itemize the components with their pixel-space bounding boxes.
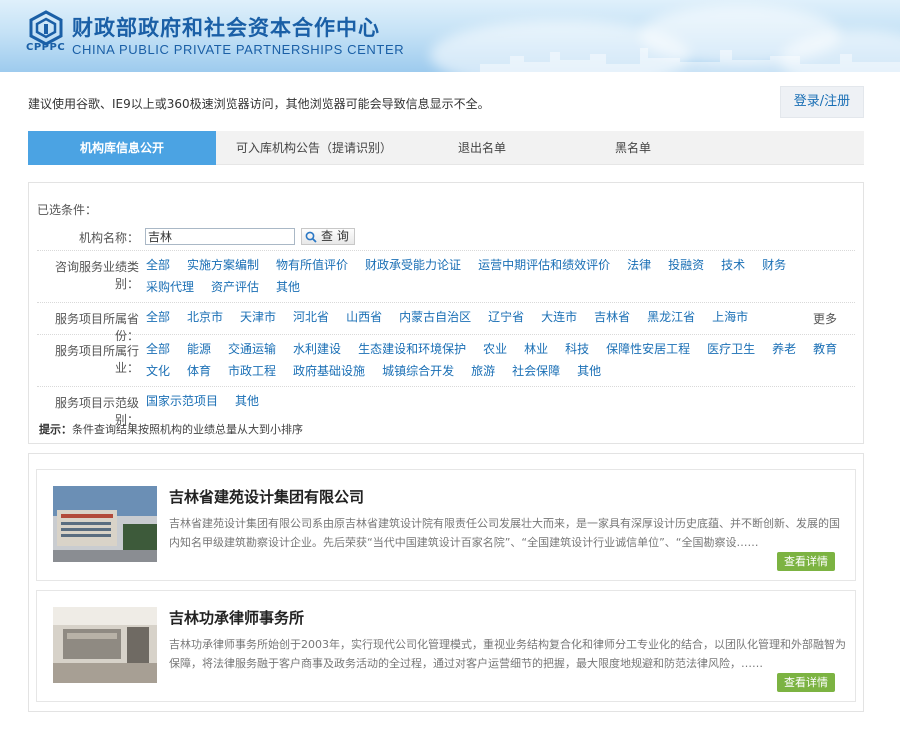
company-name[interactable]: 吉林功承律师事务所 bbox=[169, 607, 304, 628]
business-category-option[interactable]: 财务 bbox=[762, 254, 786, 276]
province-option[interactable]: 内蒙古自治区 bbox=[399, 306, 471, 328]
province-option[interactable]: 全部 bbox=[146, 306, 170, 328]
sort-hint: 提示：条件查询结果按照机构的业绩总量从大到小排序 bbox=[39, 421, 303, 437]
tab-admissible-institutions[interactable]: 可入库机构公告（提请识别） bbox=[216, 131, 412, 165]
logo-text: CPPPC bbox=[26, 42, 66, 53]
results-panel: 吉林省建苑设计集团有限公司 吉林省建苑设计集团有限公司系由原吉林省建筑设计院有限… bbox=[28, 453, 864, 712]
company-description: 吉林省建苑设计集团有限公司系由原吉林省建筑设计院有限责任公司发展壮大而来，是一家… bbox=[169, 517, 840, 549]
province-option[interactable]: 北京市 bbox=[187, 306, 223, 328]
industry-option[interactable]: 其他 bbox=[577, 360, 601, 382]
business-category-option[interactable]: 资产评估 bbox=[211, 276, 259, 298]
view-detail-button[interactable]: 查看详情 bbox=[777, 673, 835, 692]
view-detail-button[interactable]: 查看详情 bbox=[777, 552, 835, 571]
business-category-option[interactable]: 运营中期评估和绩效评价 bbox=[478, 254, 610, 276]
industry-option[interactable]: 林业 bbox=[524, 338, 548, 360]
industry-option[interactable]: 能源 bbox=[187, 338, 211, 360]
province-option[interactable]: 辽宁省 bbox=[488, 306, 524, 328]
search-button[interactable]: 查 询 bbox=[301, 228, 355, 245]
skyline-graphic bbox=[480, 48, 900, 72]
industry-filter-row: 服务项目所属行业： 全部 能源 交通运输 水利建设 生态建设和环境保护 农业 林业 科技 保障性… bbox=[37, 337, 855, 387]
industry-filter-label: 服务项目所属行业： bbox=[54, 344, 139, 375]
search-icon bbox=[305, 231, 317, 243]
demo-options: 国家示范项目 其他 bbox=[146, 390, 855, 412]
province-option[interactable]: 河北省 bbox=[293, 306, 329, 328]
institution-name-input[interactable] bbox=[145, 228, 295, 245]
demo-level-option[interactable]: 其他 bbox=[235, 390, 259, 412]
province-option[interactable]: 大连市 bbox=[541, 306, 577, 328]
company-description: 吉林功承律师事务所始创于2003年，实行现代公司化管理模式，重视业务结构复合化和… bbox=[169, 638, 846, 670]
tab-institution-info[interactable]: 机构库信息公开 bbox=[28, 131, 216, 165]
industry-option[interactable]: 保障性安居工程 bbox=[606, 338, 690, 360]
company-photo bbox=[53, 486, 157, 562]
industry-option[interactable]: 市政工程 bbox=[228, 360, 276, 382]
name-filter-label: 机构名称： bbox=[78, 231, 139, 245]
login-register-button[interactable]: 登录/注册 bbox=[780, 86, 864, 118]
hint-prefix: 提示： bbox=[39, 423, 72, 436]
province-option[interactable]: 黑龙江省 bbox=[647, 306, 695, 328]
province-option[interactable]: 上海市 bbox=[712, 306, 748, 328]
industry-option[interactable]: 农业 bbox=[483, 338, 507, 360]
site-title-en: CHINA PUBLIC PRIVATE PARTNERSHIPS CENTER bbox=[72, 42, 405, 57]
company-photo bbox=[53, 607, 157, 683]
industry-option[interactable]: 全部 bbox=[146, 338, 170, 360]
browser-notice: 建议使用谷歌、IE9以上或360极速浏览器访问，其他浏览器可能会导致信息显示不全… bbox=[28, 97, 490, 111]
province-option[interactable]: 山西省 bbox=[346, 306, 382, 328]
industry-option[interactable]: 水利建设 bbox=[293, 338, 341, 360]
business-category-option[interactable]: 财政承受能力论证 bbox=[365, 254, 461, 276]
industry-option[interactable]: 教育 bbox=[813, 338, 837, 360]
industry-option[interactable]: 养老 bbox=[772, 338, 796, 360]
business-filter-label: 咨询服务业绩类别： bbox=[54, 260, 139, 291]
tab-bar: 机构库信息公开 可入库机构公告（提请识别） 退出名单 黑名单 bbox=[28, 131, 864, 165]
business-category-option[interactable]: 采购代理 bbox=[146, 276, 194, 298]
industry-option[interactable]: 科技 bbox=[565, 338, 589, 360]
business-category-option[interactable]: 实施方案编制 bbox=[187, 254, 259, 276]
demo-level-option[interactable]: 国家示范项目 bbox=[146, 390, 218, 412]
industry-options: 全部 能源 交通运输 水利建设 生态建设和环境保护 农业 林业 科技 保障性安居工程 医疗卫生 养老… bbox=[146, 338, 855, 382]
selected-conditions-label: 已选条件： bbox=[37, 203, 98, 217]
industry-option[interactable]: 文化 bbox=[146, 360, 170, 382]
site-title-cn: 财政部政府和社会资本合作中心 bbox=[72, 16, 380, 40]
province-options: 全部 北京市 天津市 河北省 山西省 内蒙古自治区 辽宁省 大连市 吉林省 黑龙江省 上海市 bbox=[146, 306, 795, 328]
province-option[interactable]: 天津市 bbox=[240, 306, 276, 328]
business-category-option[interactable]: 全部 bbox=[146, 254, 170, 276]
hint-text: 条件查询结果按照机构的业绩总量从大到小排序 bbox=[72, 423, 303, 436]
industry-option[interactable]: 体育 bbox=[187, 360, 211, 382]
header-banner: CPPPC 财政部政府和社会资本合作中心 CHINA PUBLIC PRIVAT… bbox=[0, 0, 900, 72]
industry-option[interactable]: 政府基础设施 bbox=[293, 360, 365, 382]
business-category-option[interactable]: 法律 bbox=[627, 254, 651, 276]
business-category-option[interactable]: 技术 bbox=[721, 254, 745, 276]
industry-option[interactable]: 医疗卫生 bbox=[707, 338, 755, 360]
industry-option[interactable]: 生态建设和环境保护 bbox=[358, 338, 466, 360]
industry-option[interactable]: 城镇综合开发 bbox=[382, 360, 454, 382]
province-option[interactable]: 吉林省 bbox=[594, 306, 630, 328]
filter-panel: 已选条件： 机构名称： 查 询 咨询服务业绩类别： 全部实施方案编制物有所值评价… bbox=[28, 182, 864, 444]
demo-filter-row: 服务项目示范级别： 国家示范项目 其他 bbox=[37, 389, 855, 427]
result-card: 吉林功承律师事务所 吉林功承律师事务所始创于2003年，实行现代公司化管理模式，… bbox=[36, 590, 856, 702]
industry-option[interactable]: 交通运输 bbox=[228, 338, 276, 360]
business-options: 全部 实施方案编制 物有所值评价 财政承受能力论证 运营中期评估和绩效评价 法律 投融资 技术… bbox=[146, 254, 855, 298]
business-filter-row: 咨询服务业绩类别： 全部 实施方案编制 物有所值评价 财政承受能力论证 运营中期评估和绩… bbox=[37, 253, 855, 303]
province-filter-row: 服务项目所属省份： 全部 北京市 天津市 河北省 山西省 内蒙古自治区 辽宁省 大连市 吉林省黑… bbox=[37, 305, 855, 343]
result-card: 吉林省建苑设计集团有限公司 吉林省建苑设计集团有限公司系由原吉林省建筑设计院有限… bbox=[36, 469, 856, 581]
business-category-option[interactable]: 投融资 bbox=[668, 254, 704, 276]
province-more-button[interactable]: 更多 bbox=[813, 310, 837, 327]
company-name[interactable]: 吉林省建苑设计集团有限公司 bbox=[169, 486, 364, 507]
industry-option[interactable]: 旅游 bbox=[471, 360, 495, 382]
industry-option[interactable]: 社会保障 bbox=[512, 360, 560, 382]
tab-blacklist[interactable]: 黑名单 bbox=[552, 131, 714, 165]
search-button-label: 查 询 bbox=[321, 229, 349, 243]
business-category-option[interactable]: 其他 bbox=[276, 276, 300, 298]
business-category-option[interactable]: 物有所值评价 bbox=[276, 254, 348, 276]
tab-exit-list[interactable]: 退出名单 bbox=[412, 131, 552, 165]
